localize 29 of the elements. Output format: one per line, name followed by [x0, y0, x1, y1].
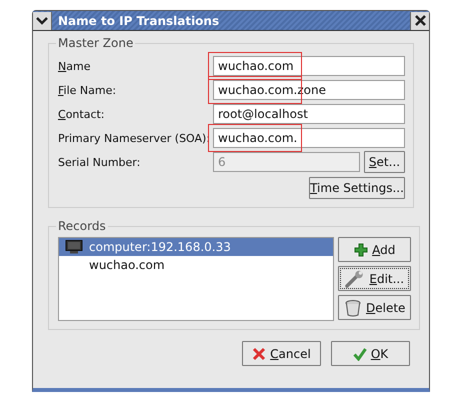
- field-label: Contact:: [58, 108, 106, 120]
- field-label: Serial Number:: [58, 156, 142, 168]
- ok-button[interactable]: OK: [331, 341, 410, 366]
- trash-icon: [344, 298, 362, 316]
- window-title: Name to IP Translations: [57, 14, 220, 28]
- field-label: File Name:: [58, 84, 118, 96]
- check-icon: [352, 346, 367, 360]
- delete-button[interactable]: Delete: [338, 295, 412, 320]
- caret-icon: [36, 16, 48, 24]
- close-button[interactable]: [410, 12, 429, 30]
- time-settings-button[interactable]: Time Settings...: [309, 177, 405, 199]
- record-item[interactable]: wuchao.com: [59, 256, 333, 274]
- field-label: Primary Nameserver (SOA):: [58, 132, 212, 144]
- input-field[interactable]: wuchao.com.: [213, 128, 405, 148]
- field-label: Name: [58, 60, 92, 72]
- close-icon: [414, 15, 426, 26]
- input-field[interactable]: wuchao.com: [213, 56, 405, 76]
- edit-button[interactable]: Edit...: [338, 266, 412, 291]
- frame-title: Master Zone: [57, 36, 134, 50]
- cancel-button[interactable]: Cancel: [242, 341, 321, 366]
- window-menu-button[interactable]: [33, 12, 52, 30]
- input-field[interactable]: root@localhost: [213, 104, 405, 124]
- cross-icon: [252, 346, 266, 360]
- record-item[interactable]: computer:192.168.0.33: [59, 238, 333, 256]
- wrench-icon: [345, 270, 366, 288]
- add-button[interactable]: Add: [338, 237, 412, 262]
- monitor-icon: [65, 240, 83, 254]
- frame-title: Records: [57, 219, 107, 233]
- plus-icon: [354, 242, 368, 256]
